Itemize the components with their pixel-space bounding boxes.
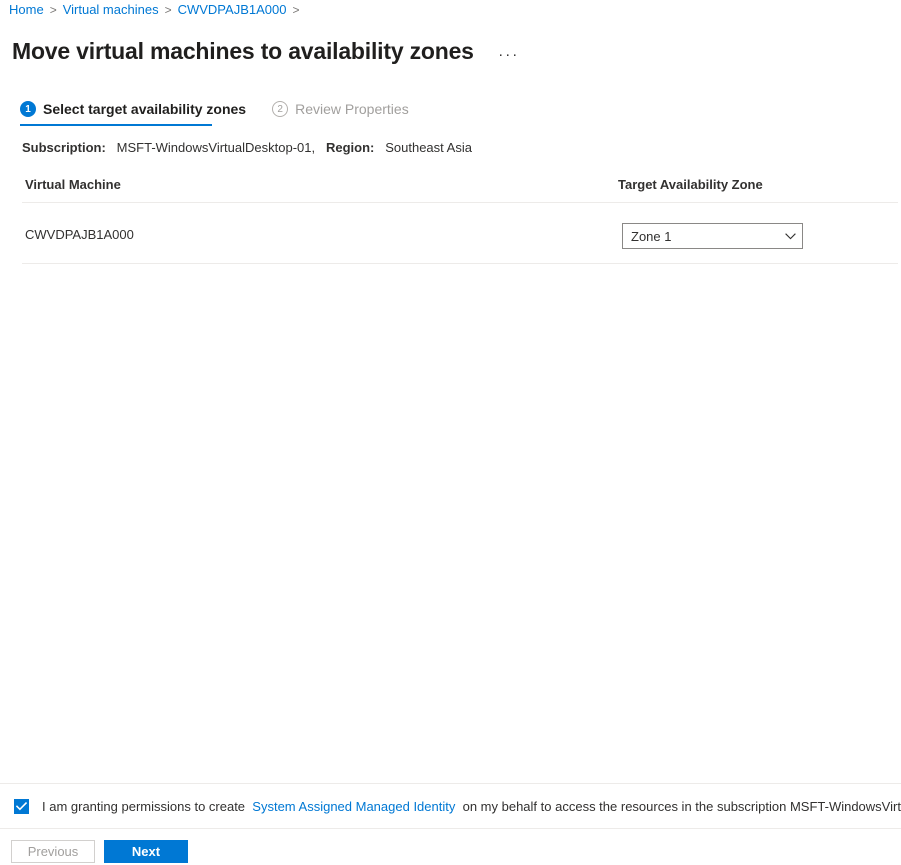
step-badge-1: 1	[20, 101, 36, 117]
subscription-region-summary: Subscription: MSFT-WindowsVirtualDesktop…	[22, 140, 472, 155]
column-header-virtual-machine: Virtual Machine	[25, 177, 121, 192]
column-header-target-availability-zone: Target Availability Zone	[618, 177, 763, 192]
breadcrumb-item-vm-name[interactable]: CWVDPAJB1A000	[178, 0, 287, 20]
region-label: Region:	[325, 140, 375, 155]
consent-text-before: I am granting permissions to create	[42, 798, 246, 814]
next-button[interactable]: Next	[104, 840, 188, 863]
move-vm-availability-zones-page: Home > Virtual machines > CWVDPAJB1A000 …	[0, 0, 901, 865]
breadcrumb-item-home[interactable]: Home	[9, 0, 44, 20]
table-row: CWVDPAJB1A000 Zone 1	[22, 203, 898, 263]
page-title: Move virtual machines to availability zo…	[12, 38, 474, 65]
previous-button[interactable]: Previous	[11, 840, 95, 863]
cell-target-availability-zone: Zone 1	[622, 223, 803, 249]
tab-label: Review Properties	[295, 101, 409, 117]
zone-select-dropdown[interactable]: Zone 1	[622, 223, 803, 249]
active-tab-indicator	[20, 124, 212, 126]
zone-select-value: Zone 1	[631, 228, 672, 244]
table-header: Virtual Machine Target Availability Zone	[22, 177, 898, 197]
tab-review-properties[interactable]: 2 Review Properties	[272, 96, 409, 122]
subscription-label: Subscription:	[22, 140, 106, 155]
tab-select-target-availability-zones[interactable]: 1 Select target availability zones	[20, 96, 246, 122]
checkmark-icon	[16, 801, 27, 810]
system-assigned-managed-identity-link[interactable]: System Assigned Managed Identity	[252, 799, 455, 814]
region-value: Southeast Asia	[385, 140, 472, 155]
chevron-down-icon	[784, 230, 796, 242]
wizard-navigation-buttons: Previous Next	[11, 840, 188, 863]
consent-text: I am granting permissions to create Syst…	[42, 798, 901, 815]
consent-checkbox[interactable]	[14, 798, 29, 814]
ellipsis-icon[interactable]: ···	[496, 45, 522, 65]
title-row: Move virtual machines to availability zo…	[12, 23, 522, 81]
breadcrumb-item-virtual-machines[interactable]: Virtual machines	[63, 0, 159, 20]
breadcrumb-separator-icon: >	[164, 3, 172, 17]
consent-text-after: on my behalf to access the resources in …	[462, 798, 901, 814]
consent-row: I am granting permissions to create Syst…	[0, 784, 901, 828]
subscription-value: MSFT-WindowsVirtualDesktop-01,	[116, 140, 316, 155]
breadcrumb-separator-icon: >	[292, 3, 300, 17]
cell-virtual-machine-name: CWVDPAJB1A000	[25, 227, 134, 242]
breadcrumb: Home > Virtual machines > CWVDPAJB1A000 …	[9, 0, 305, 20]
footer-bottom-divider	[0, 828, 901, 829]
breadcrumb-separator-icon: >	[49, 3, 57, 17]
step-badge-2: 2	[272, 101, 289, 117]
table-row-divider	[22, 263, 898, 264]
wizard-tabs: 1 Select target availability zones 2 Rev…	[20, 96, 409, 122]
tab-label: Select target availability zones	[43, 101, 247, 117]
